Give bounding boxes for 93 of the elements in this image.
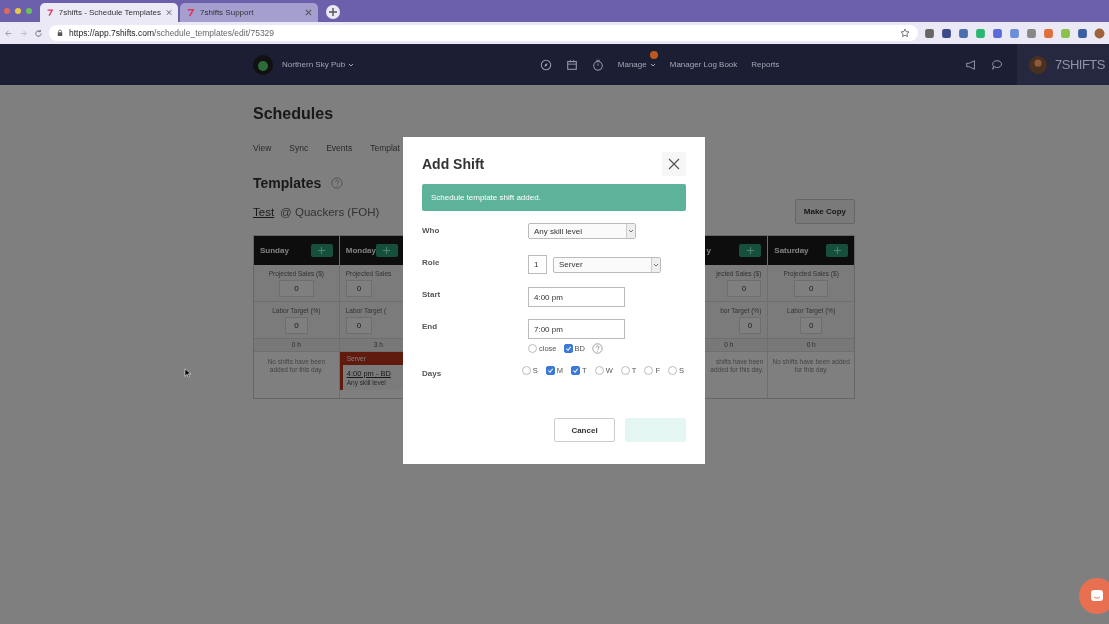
extension-icon[interactable]	[958, 27, 969, 39]
page-tab[interactable]: Events	[326, 143, 353, 153]
success-alert: Schedule template shift added.	[422, 184, 686, 211]
add-shift-button[interactable]	[375, 244, 398, 257]
checkbox[interactable]	[563, 344, 573, 353]
day-name: Saturday	[774, 246, 809, 255]
close-icon[interactable]	[305, 9, 312, 16]
day-name: Monday	[345, 246, 376, 255]
chat-launcher-button[interactable]	[1079, 578, 1109, 614]
start-time-field[interactable]: 4:00 pm	[528, 287, 625, 307]
checkbox[interactable]	[545, 366, 555, 375]
avatar-icon[interactable]	[1094, 27, 1105, 39]
page-tab[interactable]: Templat	[370, 143, 400, 153]
checkbox[interactable]	[571, 366, 581, 375]
section-title: Templates	[253, 175, 322, 191]
star-icon[interactable]	[900, 28, 910, 38]
skill-select[interactable]: Any skill level	[528, 223, 636, 239]
plus-icon	[832, 246, 842, 255]
template-link[interactable]: Test	[253, 205, 275, 218]
projected-sales-field[interactable]: 0	[279, 279, 314, 297]
close-icon[interactable]	[165, 9, 172, 16]
avatar-icon[interactable]	[1029, 55, 1047, 74]
make-copy-button[interactable]: Make Copy	[794, 199, 855, 224]
labor-target-field[interactable]: 0	[738, 316, 762, 334]
chat-icon	[1089, 588, 1105, 604]
labor-target-field[interactable]: 0	[345, 316, 373, 334]
caret-icon	[348, 62, 355, 67]
field-label: Who	[422, 225, 441, 235]
labor-target-field[interactable]: 0	[799, 316, 823, 334]
page-title: Schedules	[253, 105, 335, 123]
checkbox[interactable]	[668, 366, 677, 375]
address-bar[interactable]: https://app.7shifts.com/schedule_templates/edit/75329	[49, 25, 918, 41]
projected-sales-field[interactable]: 0	[345, 279, 373, 297]
reload-icon[interactable]	[34, 28, 43, 38]
location-logo-icon	[253, 54, 273, 75]
add-shift-button[interactable]	[739, 244, 762, 257]
field-label: End	[422, 321, 439, 331]
megaphone-icon[interactable]	[965, 58, 977, 71]
field-label: Days	[422, 368, 443, 378]
cursor-icon	[184, 368, 191, 378]
plus-icon	[382, 246, 392, 255]
field-label: Role	[422, 257, 441, 267]
checkbox[interactable]	[620, 366, 630, 375]
stopwatch-icon[interactable]	[591, 58, 604, 71]
close-icon	[668, 158, 680, 170]
day-name: Sunday	[260, 246, 289, 255]
chat-icon[interactable]	[991, 58, 1003, 71]
plus-icon	[317, 246, 327, 255]
brand-logo[interactable]: 7SHIFTS	[1055, 57, 1105, 72]
dialog-title: Add Shift	[422, 156, 485, 172]
caret-icon	[649, 62, 656, 67]
calendar-icon[interactable]	[565, 58, 578, 71]
browser-tab[interactable]: 7shifts Support	[180, 3, 318, 22]
caret-icon	[651, 257, 660, 272]
quantity-field[interactable]: 1	[528, 255, 547, 274]
template-location: @ Quackers (FOH)	[280, 205, 380, 218]
new-tab-button[interactable]	[326, 5, 340, 19]
end-time-field[interactable]: 7:00 pm	[528, 319, 625, 339]
favicon-icon	[186, 8, 195, 17]
checkbox[interactable]	[528, 344, 537, 353]
extension-icon[interactable]	[992, 27, 1003, 39]
lock-icon	[57, 29, 63, 37]
compass-icon[interactable]	[539, 58, 552, 71]
projected-sales-field[interactable]: 0	[726, 279, 762, 297]
role-select[interactable]: Server	[553, 256, 661, 273]
projected-sales-field[interactable]: 0	[793, 279, 829, 297]
extension-icon[interactable]	[941, 27, 952, 39]
caret-icon	[626, 224, 635, 238]
field-label: Start	[422, 289, 442, 299]
notification-badge	[649, 51, 658, 59]
checkbox[interactable]	[644, 366, 654, 375]
checkbox[interactable]	[594, 366, 604, 375]
location-menu[interactable]: Northern Sky Pub	[282, 60, 355, 69]
cancel-button[interactable]: Cancel	[554, 418, 615, 442]
extension-icon[interactable]	[1077, 27, 1088, 39]
page-tab[interactable]: Sync	[289, 143, 309, 153]
favicon-icon	[46, 8, 54, 17]
labor-target-field[interactable]: 0	[285, 316, 308, 334]
day-name: y	[706, 246, 712, 255]
browser-tab[interactable]: 7shifts - Schedule Templates	[40, 3, 178, 22]
url-text: https://app.7shifts.com/schedule_templates/edit/75329	[69, 28, 276, 38]
nav-link[interactable]: Manager Log Book	[669, 60, 738, 69]
extension-icon[interactable]	[924, 27, 935, 39]
extension-icon[interactable]	[1026, 27, 1037, 39]
close-button[interactable]	[662, 152, 686, 176]
back-icon[interactable]	[4, 28, 13, 38]
manage-menu[interactable]: Manage	[617, 60, 656, 69]
plus-icon	[745, 246, 755, 255]
add-shift-button[interactable]	[310, 244, 333, 257]
nav-link[interactable]: Reports	[751, 60, 780, 69]
page-tab[interactable]: View	[253, 143, 272, 153]
add-shift-button[interactable]	[826, 244, 849, 257]
checkbox[interactable]	[521, 366, 531, 375]
